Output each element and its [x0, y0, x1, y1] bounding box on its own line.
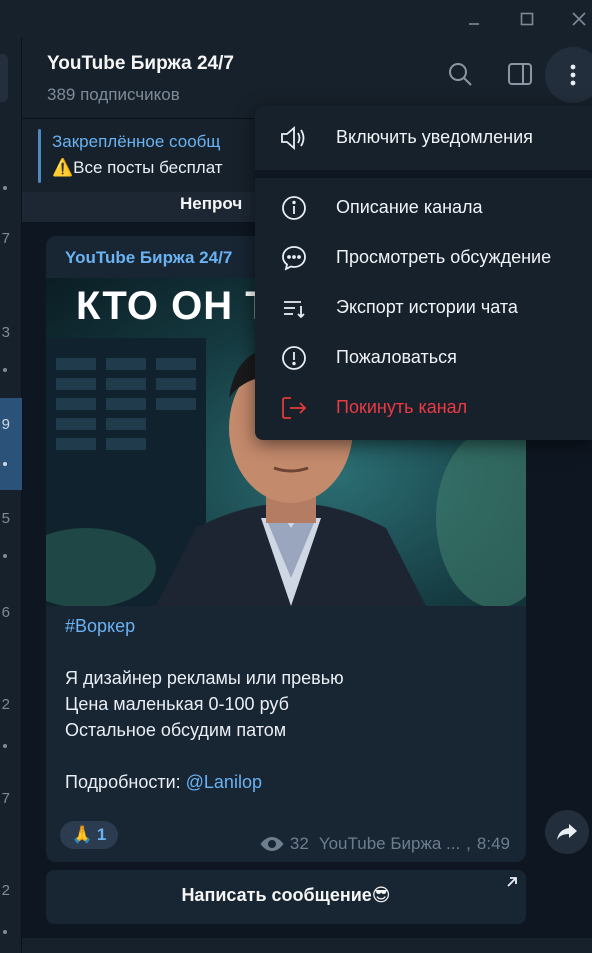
maximize-icon — [520, 12, 534, 26]
external-arrow-icon — [507, 877, 517, 887]
sidebar-panel-icon — [508, 63, 532, 85]
close-icon — [572, 12, 586, 26]
chat-preview-dot — [3, 930, 7, 934]
view-count: 32 — [289, 834, 309, 853]
subscriber-count: 389 подписчиков — [47, 85, 180, 104]
more-options-button[interactable] — [545, 47, 592, 103]
pinned-title: Закреплённое сообщ — [52, 132, 221, 151]
menu-item-enable-notifications[interactable]: Включить уведомления — [255, 113, 592, 163]
chat-preview-dot — [3, 554, 7, 558]
post-time: 8:49 — [476, 834, 510, 853]
chat-time-fragment: 7 — [1, 230, 10, 247]
menu-item-label: Включить уведомления — [336, 127, 533, 147]
menu-item-label: Пожаловаться — [336, 347, 457, 367]
menu-item-label: Описание канала — [336, 197, 483, 217]
unread-label: Непроч — [180, 194, 243, 213]
chat-time-fragment: 3 — [1, 324, 10, 341]
write-message-label: Написать сообщение😎 — [181, 885, 391, 905]
menu-item-label: Экспорт истории чата — [336, 297, 518, 317]
share-arrow-icon — [557, 824, 577, 840]
info-icon — [279, 193, 309, 223]
reaction-emoji: 🙏 — [71, 825, 93, 844]
menu-item-export-history[interactable]: Экспорт истории чата — [255, 283, 592, 333]
details-label: Подробности: — [65, 772, 186, 792]
pinned-indicator — [38, 129, 41, 183]
menu-item-view-discussion[interactable]: Просмотреть обсуждение — [255, 233, 592, 283]
maximize-button[interactable] — [509, 6, 545, 32]
speaker-icon — [279, 123, 309, 153]
eye-icon — [260, 837, 284, 851]
menu-item-channel-info[interactable]: Описание канала — [255, 183, 592, 233]
post-hashtag[interactable]: #Воркер — [65, 616, 135, 637]
post-text-line: Остальное обсудим патом — [65, 720, 287, 740]
export-list-icon — [279, 293, 309, 323]
channel-title[interactable]: YouTube Биржа 24/7 — [47, 53, 234, 75]
reaction-count: 1 — [96, 825, 107, 844]
channel-options-menu: Включить уведомления Описание канала Про… — [255, 106, 592, 440]
chat-time-fragment: 7 — [1, 790, 10, 807]
leave-icon — [279, 393, 309, 423]
window-titlebar — [0, 0, 592, 38]
close-window-button[interactable] — [561, 6, 592, 32]
search-box-edge[interactable] — [0, 54, 8, 102]
forward-button[interactable] — [545, 810, 589, 854]
search-icon — [449, 63, 472, 86]
post-signature: YouTube Биржа ... — [318, 834, 461, 853]
chat-preview-dot — [3, 462, 7, 466]
details-username-link[interactable]: @Lanilop — [186, 772, 262, 792]
chat-time-fragment: 9 — [1, 416, 10, 433]
pinned-preview: ⚠️Все посты бесплат — [52, 158, 223, 177]
menu-item-label: Покинуть канал — [336, 397, 468, 417]
menu-item-label: Просмотреть обсуждение — [336, 247, 552, 267]
write-message-button[interactable]: Написать сообщение😎 — [46, 870, 526, 924]
minimize-icon — [469, 23, 479, 25]
chat-preview-dot — [3, 744, 7, 748]
composer-edge — [22, 938, 592, 953]
sidebar-toggle-button[interactable] — [500, 54, 540, 94]
post-details-line: Подробности: @Lanilop — [65, 772, 262, 793]
report-icon — [279, 343, 309, 373]
chat-preview-dot — [3, 368, 7, 372]
reaction-chip[interactable]: 🙏 1 — [60, 821, 118, 849]
more-vertical-icon — [570, 64, 576, 86]
chat-time-fragment: 2 — [1, 882, 10, 899]
post-meta: 32 YouTube Биржа ..., 8:49 — [260, 834, 510, 854]
post-image-headline: КТО ОН Т — [76, 284, 271, 328]
chat-item-selected[interactable] — [0, 398, 22, 490]
post-text-line: Я дизайнер рекламы или превью — [65, 668, 344, 688]
chat-time-fragment: 2 — [1, 696, 10, 713]
chat-time-fragment: 6 — [1, 604, 10, 621]
chat-time-fragment: 5 — [1, 510, 10, 527]
post-text-line: Цена маленькая 0-100 руб — [65, 694, 289, 714]
menu-item-report[interactable]: Пожаловаться — [255, 333, 592, 383]
minimize-button[interactable] — [456, 6, 492, 32]
chat-list-sidebar[interactable]: 7 3 9 5 6 2 7 2 — [0, 38, 22, 953]
menu-separator — [255, 170, 592, 178]
chat-preview-dot — [3, 186, 7, 190]
menu-item-leave-channel[interactable]: Покинуть канал — [255, 383, 592, 433]
search-button[interactable] — [440, 54, 480, 94]
chat-bubble-icon — [279, 243, 309, 273]
post-author[interactable]: YouTube Биржа 24/7 — [65, 248, 232, 268]
